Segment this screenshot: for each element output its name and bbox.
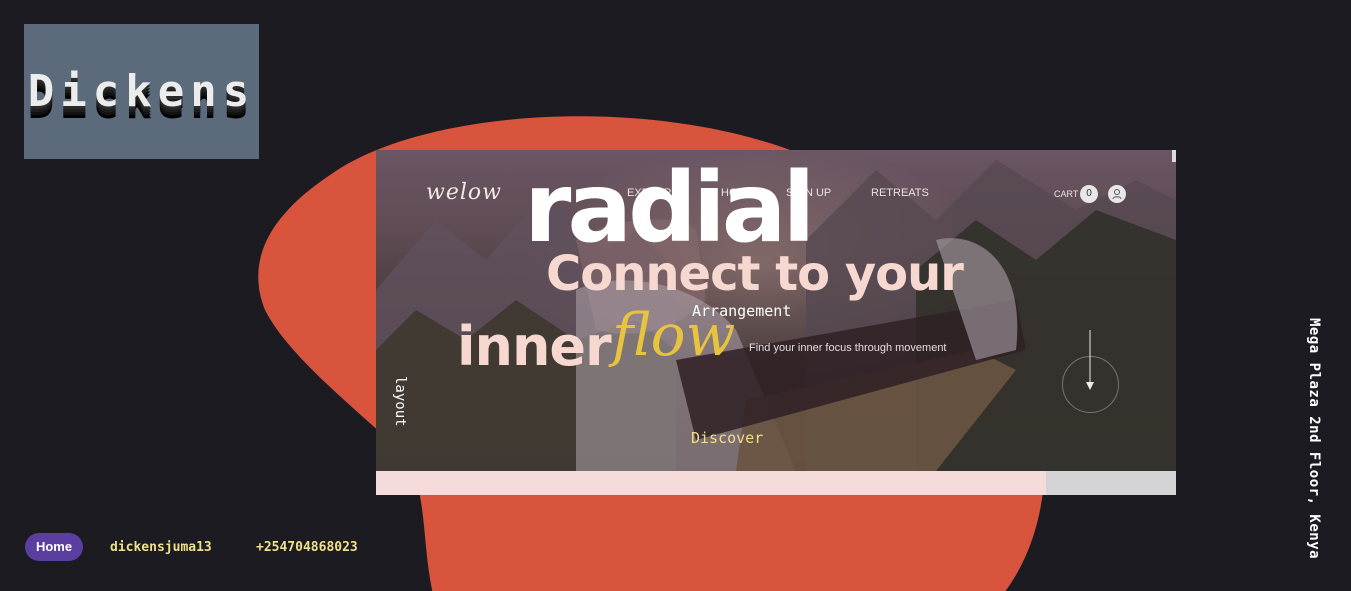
user-handle-link[interactable]: dickensjuma13 bbox=[110, 540, 212, 555]
layout-label: layout bbox=[392, 376, 408, 427]
user-icon[interactable] bbox=[1108, 185, 1126, 203]
hero-subtitle: Find your inner focus through movement bbox=[749, 342, 947, 354]
nav-retreats[interactable]: RETREATS bbox=[871, 187, 929, 199]
arrangement-label: Arrangement bbox=[692, 302, 792, 320]
arrow-down-icon[interactable] bbox=[1081, 330, 1099, 392]
discover-link[interactable]: Discover bbox=[691, 429, 763, 447]
cart-label[interactable]: CART bbox=[1054, 189, 1078, 199]
address-text: Mega Plaza 2nd Floor, Kenya bbox=[1306, 318, 1322, 560]
logo-box[interactable]: Dickens bbox=[24, 24, 259, 159]
home-button[interactable]: Home bbox=[25, 533, 83, 561]
phone-number-link[interactable]: +254704868023 bbox=[256, 540, 358, 555]
logo-text: Dickens bbox=[27, 66, 256, 117]
hero-bottom-strip-tint bbox=[376, 471, 1046, 495]
radial-title: radial bbox=[524, 152, 815, 264]
scrollbar-thumb[interactable] bbox=[1172, 150, 1176, 162]
headline-line2: inner bbox=[457, 315, 612, 378]
cart-count-badge[interactable]: 0 bbox=[1080, 185, 1098, 203]
headline-line1: Connect to your bbox=[546, 246, 964, 302]
brand-logo[interactable]: welow bbox=[426, 180, 502, 205]
